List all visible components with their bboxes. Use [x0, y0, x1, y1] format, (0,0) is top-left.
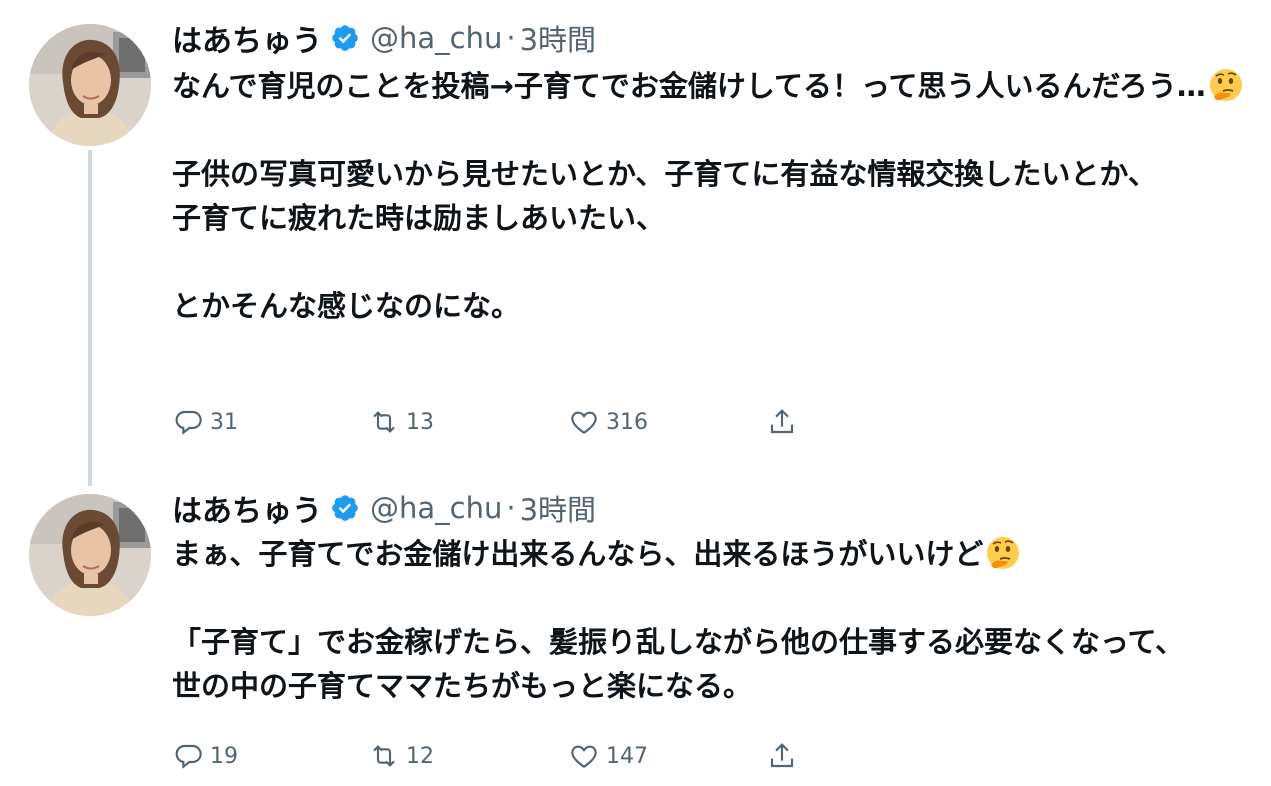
handle[interactable]: @ha_chu [370, 21, 502, 55]
display-name[interactable]: はあちゅう [172, 16, 322, 60]
verified-badge-icon [330, 23, 360, 53]
thread-line [88, 150, 92, 486]
retweet-icon [368, 406, 400, 438]
reply-count: 19 [210, 743, 238, 769]
share-button[interactable] [766, 406, 798, 438]
like-button[interactable]: 316 [568, 406, 648, 438]
tweet-text: まぁ、子育てでお金儲け出来るんなら、出来るほうがいいけど 「子育て」でお金稼げた… [172, 532, 1267, 708]
thinking-face-icon [1208, 67, 1244, 103]
separator: · [506, 491, 516, 525]
tweet-header: はあちゅう @ha_chu · 3時間 [172, 16, 596, 60]
reply-button[interactable]: 19 [172, 740, 238, 772]
tweet-header: はあちゅう @ha_chu · 3時間 [172, 486, 596, 530]
tweet[interactable]: はあちゅう @ha_chu · 3時間 まぁ、子育てでお金儲け出来るんなら、出来… [0, 470, 1271, 786]
tweet-text-part: なんで育児のことを投稿→子育てでお金儲けしてる！って思う人いるんだろう… [172, 69, 1206, 103]
timestamp[interactable]: 3時間 [520, 17, 596, 59]
retweet-count: 12 [406, 743, 434, 769]
retweet-button[interactable]: 13 [368, 406, 434, 438]
like-count: 316 [606, 409, 648, 435]
retweet-icon [368, 740, 400, 772]
avatar[interactable] [29, 24, 151, 146]
reply-button[interactable]: 31 [172, 406, 238, 438]
retweet-button[interactable]: 12 [368, 740, 434, 772]
thinking-face-icon [985, 535, 1021, 571]
like-count: 147 [606, 743, 648, 769]
avatar[interactable] [29, 494, 151, 616]
share-button[interactable] [766, 740, 798, 772]
like-button[interactable]: 147 [568, 740, 648, 772]
tweet-text-part: 「子育て」でお金稼げたら、髪振り乱しながら他の仕事する必要なくなって、 世の中の… [172, 625, 1185, 703]
tweet-text-part: 子供の写真可愛いから見せたいとか、子育てに有益な情報交換したいとか、 子育てに疲… [172, 157, 1157, 323]
separator: · [506, 21, 516, 55]
tweet-text: なんで育児のことを投稿→子育てでお金儲けしてる！って思う人いるんだろう… 子供の… [172, 64, 1267, 328]
timestamp[interactable]: 3時間 [520, 487, 596, 529]
heart-icon [568, 406, 600, 438]
share-icon [766, 740, 798, 772]
retweet-count: 13 [406, 409, 434, 435]
display-name[interactable]: はあちゅう [172, 486, 322, 530]
reply-count: 31 [210, 409, 238, 435]
reply-icon [172, 740, 204, 772]
reply-icon [172, 406, 204, 438]
verified-badge-icon [330, 493, 360, 523]
share-icon [766, 406, 798, 438]
handle[interactable]: @ha_chu [370, 491, 502, 525]
heart-icon [568, 740, 600, 772]
tweet-text-part: まぁ、子育てでお金儲け出来るんなら、出来るほうがいいけど [172, 537, 984, 571]
tweet[interactable]: はあちゅう @ha_chu · 3時間 なんで育児のことを投稿→子育てでお金儲け… [0, 0, 1271, 486]
